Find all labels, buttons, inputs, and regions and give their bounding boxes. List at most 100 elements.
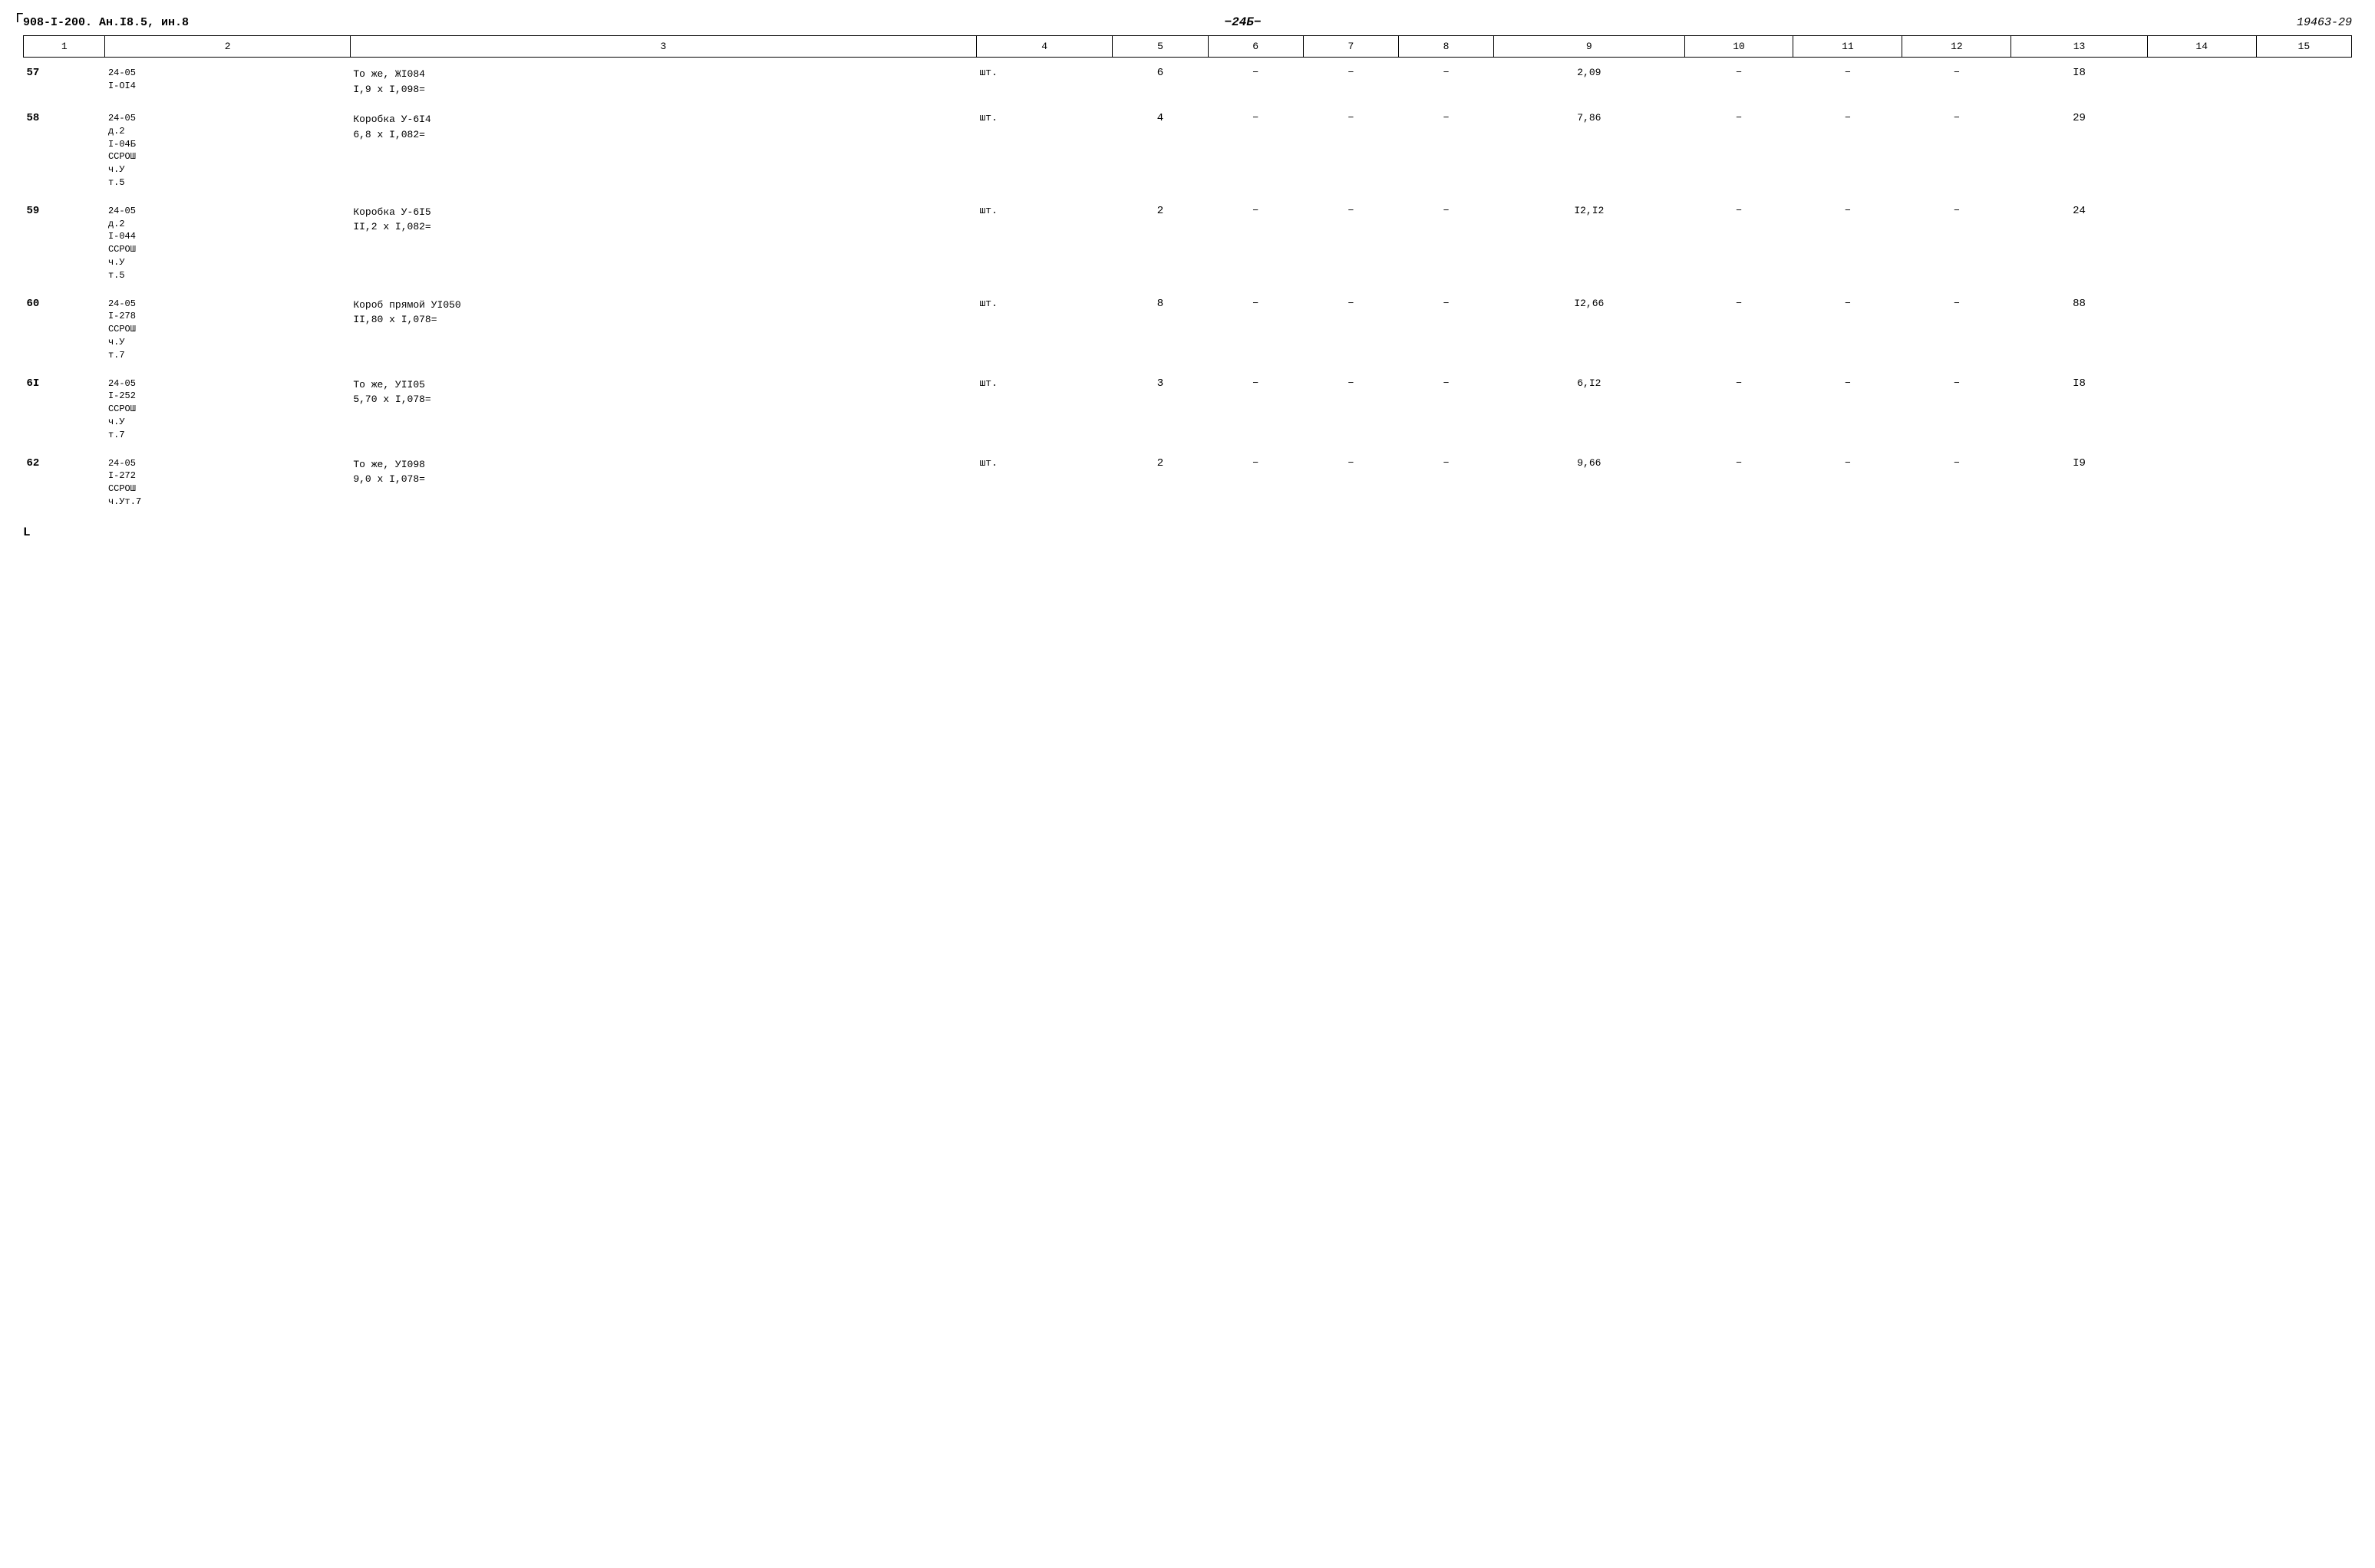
page-header: Γ 908-I-200. Ан.I8.5, ин.8 −24Б− 19463-2… [23,15,2352,29]
col-header-2: 2 [105,36,350,58]
col-header-10: 10 [1684,36,1793,58]
row-number: 58 [24,103,105,191]
row-col8: − [1398,448,1493,510]
row-number: 59 [24,196,105,284]
row-code: 24-05I-252ССРОШч.Ут.7 [105,368,350,443]
col-header-1: 1 [24,36,105,58]
row-col7: − [1303,196,1398,284]
row-description: То же, ЖI084 I,9 x I,098= [350,58,976,99]
row-col8: − [1398,288,1493,364]
row-col10: − [1684,58,1793,99]
table-row: 60 24-05I-278ССРОШч.Ут.7 Короб прямой УI… [24,288,2352,364]
row-col12: − [1902,448,2011,510]
row-col12: − [1902,288,2011,364]
row-number: 62 [24,448,105,510]
row-col13: 88 [2011,288,2147,364]
row-col7: − [1303,368,1398,443]
col-header-15: 15 [2256,36,2351,58]
row-col6: − [1208,58,1303,99]
col-header-9: 9 [1494,36,1684,58]
main-table: 1 2 3 4 5 6 7 8 9 10 11 12 13 14 15 57 2… [23,35,2352,510]
row-col13: I8 [2011,368,2147,443]
row-col10: − [1684,288,1793,364]
row-unit: шт. [976,196,1112,284]
row-col9: I2,I2 [1494,196,1684,284]
row-col9: I2,66 [1494,288,1684,364]
row-col9: 9,66 [1494,448,1684,510]
header-right: 19463-29 [2297,16,2352,29]
row-col8: − [1398,103,1493,191]
row-col11: − [1793,288,1902,364]
row-code: 24-05д.2I-044ССРОШч.Ут.5 [105,196,350,284]
col-header-8: 8 [1398,36,1493,58]
row-unit: шт. [976,288,1112,364]
row-col14 [2147,368,2256,443]
row-col15 [2256,58,2351,99]
row-col12: − [1902,58,2011,99]
row-col14 [2147,288,2256,364]
header-center: −24Б− [219,15,2266,29]
row-col9: 2,09 [1494,58,1684,99]
row-description: То же, УII055,70 x I,078= [350,368,976,443]
row-qty: 2 [1113,196,1208,284]
row-col7: − [1303,448,1398,510]
col-header-6: 6 [1208,36,1303,58]
row-code: 24-05д.2I-04БССРОШч.Ут.5 [105,103,350,191]
row-qty: 2 [1113,448,1208,510]
row-col10: − [1684,368,1793,443]
row-col11: − [1793,103,1902,191]
row-col8: − [1398,196,1493,284]
row-col10: − [1684,196,1793,284]
row-unit: шт. [976,448,1112,510]
table-row: 57 24-05I-OI4 То же, ЖI084 I,9 x I,098= … [24,58,2352,99]
corner-mark: Γ [15,12,24,27]
row-col10: − [1684,103,1793,191]
row-unit: шт. [976,368,1112,443]
row-col8: − [1398,368,1493,443]
row-col15 [2256,448,2351,510]
row-col11: − [1793,196,1902,284]
row-qty: 8 [1113,288,1208,364]
row-col14 [2147,448,2256,510]
col-header-5: 5 [1113,36,1208,58]
col-header-12: 12 [1902,36,2011,58]
row-col14 [2147,58,2256,99]
row-description: Коробка У-6I5 II,2 x I,082= [350,196,976,284]
row-col12: − [1902,368,2011,443]
row-col14 [2147,196,2256,284]
row-code: 24-05I-272ССРОШч.Ут.7 [105,448,350,510]
table-row: 62 24-05I-272ССРОШч.Ут.7 То же, УI0989,0… [24,448,2352,510]
row-col11: − [1793,368,1902,443]
col-header-3: 3 [350,36,976,58]
row-col13: I8 [2011,58,2147,99]
row-col7: − [1303,58,1398,99]
row-qty: 6 [1113,58,1208,99]
row-number: 60 [24,288,105,364]
row-col15 [2256,196,2351,284]
row-col6: − [1208,368,1303,443]
row-col12: − [1902,196,2011,284]
row-col15 [2256,103,2351,191]
row-col11: − [1793,448,1902,510]
row-col6: − [1208,103,1303,191]
row-col11: − [1793,58,1902,99]
row-col13: 24 [2011,196,2147,284]
table-row: 59 24-05д.2I-044ССРОШч.Ут.5 Коробка У-6I… [24,196,2352,284]
row-col6: − [1208,448,1303,510]
row-col15 [2256,288,2351,364]
page-footer: L [23,525,2352,539]
row-qty: 3 [1113,368,1208,443]
row-description: То же, УI0989,0 x I,078= [350,448,976,510]
table-row: 6I 24-05I-252ССРОШч.Ут.7 То же, УII055,7… [24,368,2352,443]
row-unit: шт. [976,58,1112,99]
col-header-11: 11 [1793,36,1902,58]
row-col7: − [1303,288,1398,364]
row-col7: − [1303,103,1398,191]
row-qty: 4 [1113,103,1208,191]
col-header-13: 13 [2011,36,2147,58]
col-header-4: 4 [976,36,1112,58]
col-header-14: 14 [2147,36,2256,58]
row-col15 [2256,368,2351,443]
row-number: 57 [24,58,105,99]
row-col8: − [1398,58,1493,99]
